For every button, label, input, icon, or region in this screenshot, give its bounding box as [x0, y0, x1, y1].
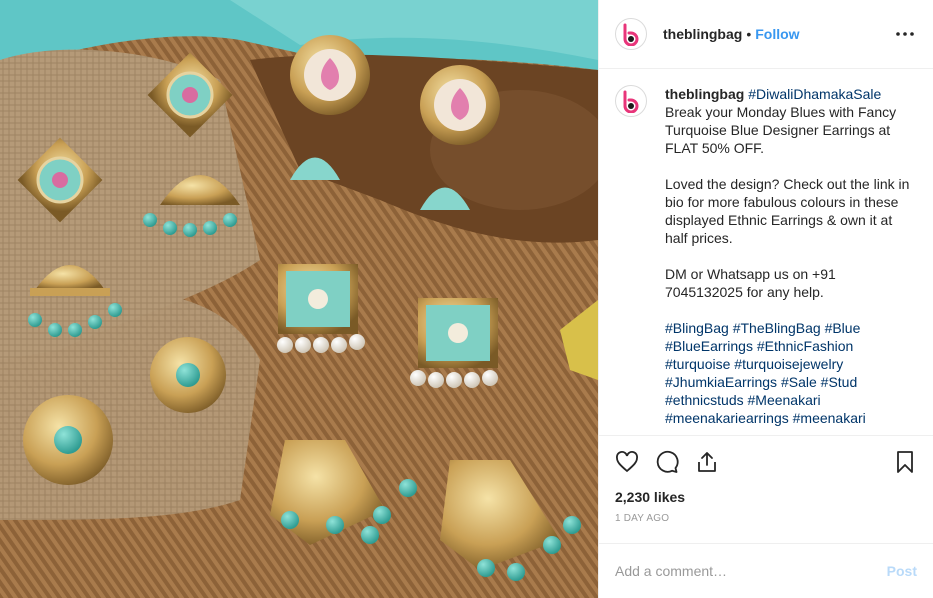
post-sidebar: theblingbag • Follow theblingbag #Diwali…: [598, 0, 933, 598]
bookmark-icon[interactable]: [885, 442, 925, 482]
hashtag-link[interactable]: #turquoisejewelry: [734, 356, 843, 372]
caption-paragraph: Loved the design? Check out the link in …: [665, 176, 910, 246]
hashtag-link[interactable]: #BlueEarrings: [665, 338, 753, 354]
hashtag-link[interactable]: #Stud: [821, 374, 858, 390]
post-photo[interactable]: [0, 0, 598, 598]
caption-paragraph: DM or Whatsapp us on +91 7045132025 for …: [665, 266, 836, 300]
hashtag-link[interactable]: #meenakari: [793, 410, 866, 426]
hashtag-link[interactable]: #BlingBag: [665, 320, 729, 336]
header-username[interactable]: theblingbag: [663, 26, 742, 42]
hashtag-link[interactable]: #DiwaliDhamakaSale: [748, 86, 881, 102]
hashtag-link[interactable]: #JhumkiaEarrings: [665, 374, 777, 390]
comment-bar: Post: [599, 543, 933, 598]
caption-area: theblingbag #DiwaliDhamakaSale Break you…: [599, 69, 933, 435]
caption-text: theblingbag #DiwaliDhamakaSale Break you…: [665, 85, 917, 435]
avatar[interactable]: [615, 18, 647, 50]
share-icon[interactable]: [687, 442, 727, 482]
theblingbag-logo-icon: [623, 23, 639, 46]
earrings-photo: [0, 0, 598, 598]
likes-count[interactable]: 2,230 likes: [599, 487, 933, 507]
hashtag-link[interactable]: #meenakariearrings: [665, 410, 789, 426]
post-container: theblingbag • Follow theblingbag #Diwali…: [0, 0, 933, 598]
caption-hashtags: #BlingBag #TheBlingBag #Blue #BlueEarrin…: [665, 319, 917, 427]
hashtag-link[interactable]: #TheBlingBag: [733, 320, 821, 336]
hashtag-link[interactable]: #ethnicstuds: [665, 392, 744, 408]
post-timestamp: 1 DAY AGO: [615, 513, 670, 524]
post-header: theblingbag • Follow: [599, 0, 933, 69]
hashtag-link[interactable]: #Blue: [825, 320, 861, 336]
action-bar: [599, 435, 933, 487]
hashtag-link[interactable]: #Sale: [781, 374, 817, 390]
theblingbag-logo-icon: [623, 90, 639, 113]
caption-avatar[interactable]: [615, 85, 647, 117]
post-comment-button[interactable]: Post: [887, 563, 917, 579]
follow-button[interactable]: Follow: [755, 26, 799, 42]
separator-dot: •: [746, 26, 752, 42]
more-horizontal-icon[interactable]: [893, 22, 917, 46]
hashtag-link[interactable]: #EthnicFashion: [757, 338, 854, 354]
hashtag-link[interactable]: #turquoise: [665, 356, 730, 372]
heart-icon[interactable]: [607, 442, 647, 482]
caption-username[interactable]: theblingbag: [665, 86, 744, 102]
caption-line: Break your Monday Blues with Fancy Turqu…: [665, 104, 897, 156]
comment-icon[interactable]: [647, 442, 687, 482]
comment-input[interactable]: [615, 563, 887, 579]
hashtag-link[interactable]: #Meenakari: [748, 392, 821, 408]
